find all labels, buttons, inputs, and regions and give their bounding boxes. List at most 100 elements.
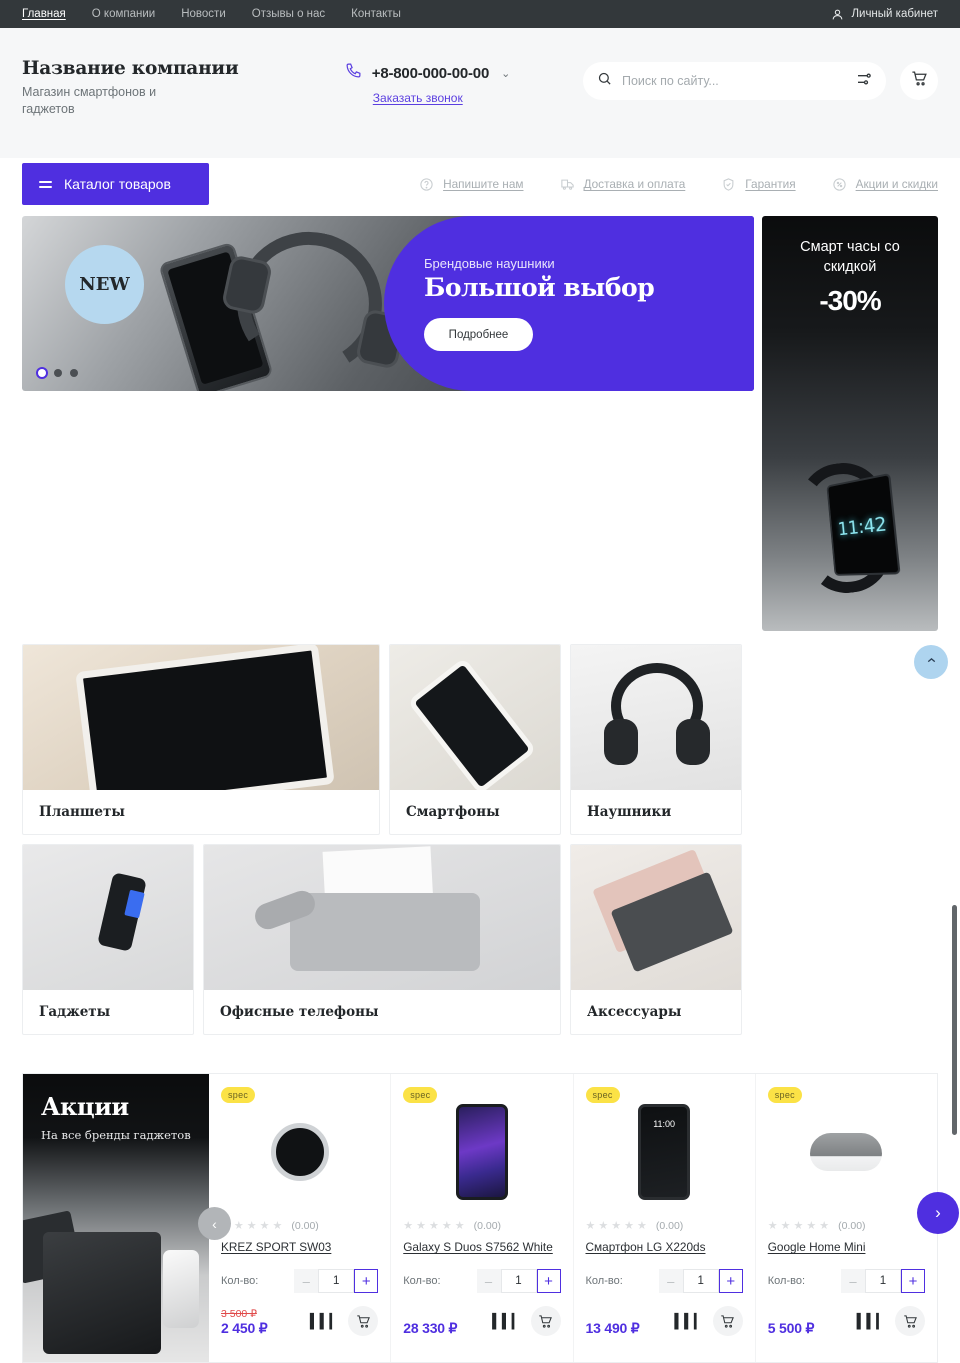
search-area	[583, 58, 938, 100]
category-label: Планшеты	[39, 804, 125, 820]
quantity-value[interactable]: 1	[318, 1269, 355, 1294]
product-image	[403, 1088, 560, 1216]
account-link[interactable]: Личный кабинет	[831, 8, 938, 21]
product-card[interactable]: spec ★ ★ ★ ★ ★ (0.00) Google Home Mini Кол-в…	[754, 1074, 937, 1362]
rating-value: (0.00)	[291, 1220, 319, 1232]
quantity-row: Кол-во: – 1 +	[585, 1269, 743, 1294]
carousel-dot-2[interactable]	[54, 369, 62, 377]
nav-link-delivery[interactable]: Доставка и оплата	[560, 177, 685, 192]
quantity-stepper[interactable]: – 1 +	[476, 1269, 561, 1294]
callback-link[interactable]: Заказать звонок	[373, 91, 463, 105]
filter-icon[interactable]	[856, 71, 872, 92]
category-tile-gadgets[interactable]: Гаджеты	[22, 844, 194, 1035]
price: 13 490 ₽	[585, 1320, 640, 1337]
quantity-value[interactable]: 1	[865, 1269, 901, 1294]
category-tile-tablets[interactable]: Планшеты	[22, 644, 380, 835]
compare-icon[interactable]: ▍▍▎	[492, 1313, 522, 1330]
nav-link-warranty[interactable]: Гарантия	[721, 177, 796, 192]
quantity-plus-button[interactable]: +	[901, 1269, 925, 1294]
chevron-up-icon	[925, 654, 938, 670]
nav-link-write-us[interactable]: Напишите нам	[419, 177, 524, 192]
scroll-to-top-button[interactable]	[914, 645, 948, 679]
promo-tablet-art	[43, 1232, 161, 1354]
quantity-label: Кол-во:	[585, 1275, 623, 1288]
topnav-item-home[interactable]: Главная	[22, 8, 66, 20]
side-banner-discount: -30%	[819, 285, 881, 317]
products-section: Акции На все бренды гаджетов spec ★★★★★ …	[22, 1073, 959, 1363]
catalog-button[interactable]: Каталог товаров	[22, 163, 209, 205]
quantity-plus-button[interactable]: +	[718, 1269, 743, 1294]
rating[interactable]: ★★★★★ (0.00)	[221, 1220, 378, 1232]
topnav-item-contacts[interactable]: Контакты	[351, 8, 401, 20]
spec-badge: spec	[767, 1087, 802, 1103]
hero-banner[interactable]: NEW Брендовые наушники Большой выбор Под…	[22, 216, 754, 391]
brand-title: Название компании	[22, 58, 239, 79]
product-image	[221, 1088, 378, 1216]
search-bar[interactable]	[583, 62, 886, 100]
quantity-minus-button[interactable]: –	[658, 1269, 683, 1294]
new-badge: NEW	[68, 248, 141, 321]
phone-number[interactable]: +8-800-000-00-00	[372, 65, 490, 82]
quantity-plus-button[interactable]: +	[354, 1269, 379, 1294]
category-tile-accessories[interactable]: Аксессуары	[570, 844, 742, 1035]
chevron-down-icon[interactable]: ⌄	[501, 67, 510, 80]
question-icon	[419, 177, 434, 192]
product-name[interactable]: Смартфон LG X220ds	[586, 1240, 743, 1255]
add-to-cart-button[interactable]	[895, 1306, 925, 1337]
rating[interactable]: ★★★★★ (0.00)	[768, 1220, 925, 1232]
quantity-stepper[interactable]: – 1 +	[658, 1269, 743, 1294]
carousel-prev-button[interactable]: ‹	[198, 1207, 231, 1240]
site-header: Название компании Магазин смартфонов и г…	[0, 28, 960, 158]
add-to-cart-button[interactable]	[348, 1306, 379, 1337]
category-tile-headphones[interactable]: Наушники	[570, 644, 742, 835]
quantity-stepper[interactable]: – 1 +	[841, 1269, 925, 1294]
carousel-next-button[interactable]: ›	[917, 1192, 959, 1234]
cart-button[interactable]	[900, 62, 938, 100]
delivery-icon	[560, 177, 575, 192]
product-name[interactable]: KREZ SPORT SW03	[221, 1240, 378, 1255]
vertical-scrollbar[interactable]	[952, 905, 957, 1135]
carousel-dot-3[interactable]	[70, 369, 78, 377]
carousel-dot-1[interactable]	[38, 369, 46, 377]
nav-link-discounts[interactable]: Акции и скидки	[832, 177, 938, 192]
quantity-minus-button[interactable]: –	[294, 1269, 319, 1294]
brand-block[interactable]: Название компании Магазин смартфонов и г…	[22, 58, 320, 118]
side-banner-title: Смарт часы со скидкой	[800, 239, 900, 275]
hero-more-button[interactable]: Подробнее	[424, 318, 533, 351]
compare-icon[interactable]: ▍▍▎	[857, 1313, 887, 1330]
topnav-item-reviews[interactable]: Отзывы о нас	[252, 8, 325, 20]
hero-row: NEW Брендовые наушники Большой выбор Под…	[0, 216, 960, 631]
quantity-minus-button[interactable]: –	[841, 1269, 865, 1294]
add-to-cart-button[interactable]	[530, 1306, 561, 1337]
add-to-cart-button[interactable]	[712, 1306, 743, 1337]
quantity-value[interactable]: 1	[500, 1269, 537, 1294]
product-name[interactable]: Galaxy S Duos S7562 White	[403, 1240, 560, 1255]
category-tile-smartphones[interactable]: Смартфоны	[389, 644, 561, 835]
shield-icon	[721, 177, 736, 192]
spec-badge: spec	[585, 1087, 620, 1103]
search-input[interactable]	[622, 74, 846, 88]
category-grid: Планшеты Смартфоны Наушники Гаджеты Офис…	[0, 644, 960, 1035]
category-image	[390, 645, 560, 790]
rating[interactable]: ★★★★★ (0.00)	[586, 1220, 743, 1232]
quantity-value[interactable]: 1	[682, 1269, 719, 1294]
promo-block[interactable]: Акции На все бренды гаджетов	[23, 1074, 209, 1362]
quantity-stepper[interactable]: – 1 +	[294, 1269, 379, 1294]
topnav-item-about[interactable]: О компании	[92, 8, 155, 20]
quantity-row: Кол-во: – 1 +	[221, 1269, 379, 1294]
product-card[interactable]: spec ★★★★★ (0.00) KREZ SPORT SW03 Кол-во…	[209, 1074, 390, 1362]
hero-kicker: Брендовые наушники	[424, 256, 555, 271]
hero-text: Брендовые наушники Большой выбор Подробн…	[424, 216, 754, 391]
quantity-minus-button[interactable]: –	[476, 1269, 501, 1294]
quantity-plus-button[interactable]: +	[536, 1269, 561, 1294]
product-card[interactable]: spec 11:00 ★ ★ ★ ★ ★ (0.00) Смартфон LG X220…	[572, 1074, 755, 1362]
product-name[interactable]: Google Home Mini	[768, 1240, 925, 1255]
product-card[interactable]: spec ★ ★ ★ ★ ★ (0.00) Galaxy S Duos S7562 Wh…	[390, 1074, 572, 1362]
side-banner[interactable]: Смарт часы со скидкой -30% 11:42	[762, 216, 938, 631]
hero-title: Большой выбор	[424, 273, 655, 302]
compare-icon[interactable]: ▍▍▎	[674, 1313, 704, 1330]
topnav-item-news[interactable]: Новости	[181, 8, 226, 20]
compare-icon[interactable]: ▍▍▎	[310, 1313, 340, 1330]
category-tile-office-phones[interactable]: Офисные телефоны	[203, 844, 561, 1035]
rating[interactable]: ★★★★★ (0.00)	[403, 1220, 560, 1232]
